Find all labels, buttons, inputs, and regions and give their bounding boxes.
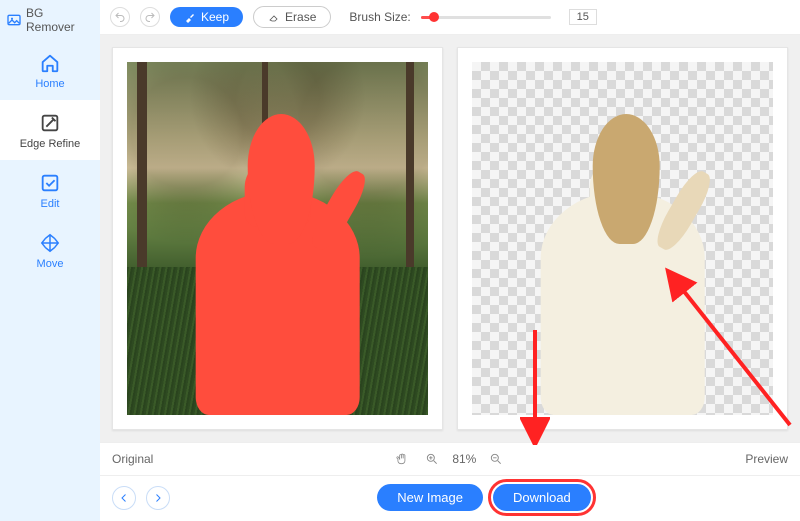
sidebar-item-label: Edit xyxy=(41,198,60,210)
main: Keep Erase Brush Size: 15 xyxy=(100,0,800,521)
sidebar-item-label: Move xyxy=(37,258,64,270)
edit-icon xyxy=(39,172,61,194)
redo-button[interactable] xyxy=(140,7,160,27)
download-button[interactable]: Download xyxy=(493,484,591,511)
sidebar-item-home[interactable]: Home xyxy=(0,40,100,100)
sidebar: BG Remover Home Edge Refine Edit Move xyxy=(0,0,100,521)
bottom-bar: New Image Download xyxy=(100,475,800,521)
sidebar-item-label: Home xyxy=(35,78,64,90)
erase-button[interactable]: Erase xyxy=(253,6,331,28)
keep-label: Keep xyxy=(201,10,229,24)
zoom-out-icon xyxy=(489,452,503,466)
brand: BG Remover xyxy=(0,0,100,40)
toolbar: Keep Erase Brush Size: 15 xyxy=(100,0,800,35)
original-panel xyxy=(112,47,443,430)
sidebar-item-edge-refine[interactable]: Edge Refine xyxy=(0,100,100,160)
brush-size-value[interactable]: 15 xyxy=(569,9,597,25)
move-icon xyxy=(39,232,61,254)
undo-button[interactable] xyxy=(110,7,130,27)
home-icon xyxy=(39,52,61,74)
cutout-subject xyxy=(529,104,716,415)
zoom-in-icon xyxy=(425,452,439,466)
original-image[interactable] xyxy=(127,62,428,415)
preview-image[interactable] xyxy=(472,62,773,415)
sidebar-item-edit[interactable]: Edit xyxy=(0,160,100,220)
slider-thumb[interactable] xyxy=(429,12,439,22)
new-image-button[interactable]: New Image xyxy=(377,484,483,511)
zoom-out-button[interactable] xyxy=(486,449,506,469)
prev-button[interactable] xyxy=(112,486,136,510)
brush-size-slider[interactable] xyxy=(421,9,551,25)
hand-icon xyxy=(395,452,409,466)
brush-icon xyxy=(184,11,196,23)
keep-button[interactable]: Keep xyxy=(170,7,243,27)
zoom-level: 81% xyxy=(452,452,476,466)
original-label: Original xyxy=(112,452,153,466)
preview-panel xyxy=(457,47,788,430)
status-bar: Original 81% Preview xyxy=(100,442,800,475)
preview-label: Preview xyxy=(745,452,788,466)
brand-label: BG Remover xyxy=(26,6,94,34)
next-button[interactable] xyxy=(146,486,170,510)
redo-icon xyxy=(144,11,156,23)
undo-icon xyxy=(114,11,126,23)
edge-refine-icon xyxy=(39,112,61,134)
chevron-right-icon xyxy=(152,492,164,504)
brush-size-label: Brush Size: xyxy=(349,10,410,24)
pan-button[interactable] xyxy=(392,449,412,469)
eraser-icon xyxy=(268,11,280,23)
zoom-in-button[interactable] xyxy=(422,449,442,469)
erase-label: Erase xyxy=(285,10,316,24)
chevron-left-icon xyxy=(118,492,130,504)
sidebar-item-move[interactable]: Move xyxy=(0,220,100,280)
subject-mask xyxy=(184,104,371,415)
canvas-area xyxy=(100,35,800,442)
app-logo-icon xyxy=(6,12,22,28)
sidebar-item-label: Edge Refine xyxy=(20,138,81,150)
